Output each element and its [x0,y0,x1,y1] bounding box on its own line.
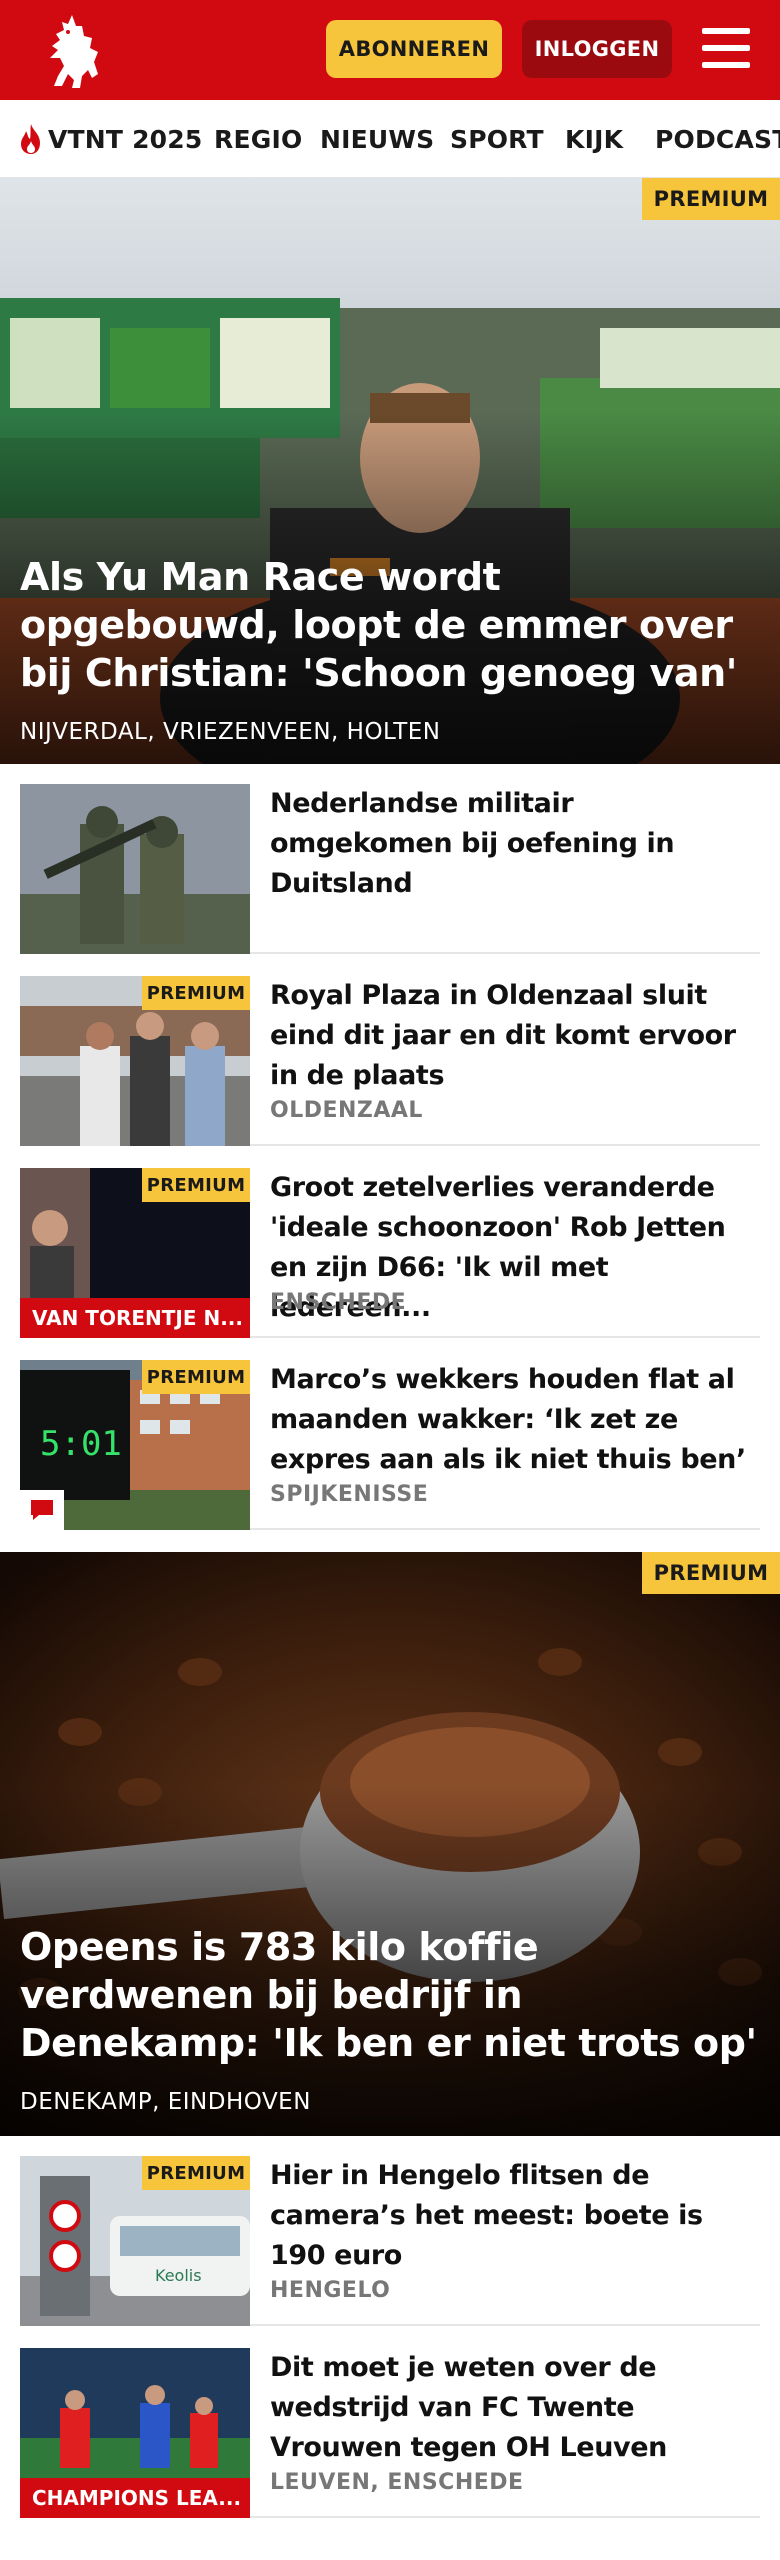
premium-badge: PREMIUM [642,1552,780,1594]
article-location: ENSCHEDE [270,1290,407,1315]
premium-badge: PREMIUM [142,1168,250,1202]
top-header: ABONNEREN INLOGGEN [0,0,780,100]
article-thumbnail: PREMIUM VAN TORENTJE N... [20,1168,250,1338]
flame-icon [21,124,40,154]
hero-title: Als Yu Man Race wordt opgebouwd, loopt d… [20,555,738,695]
list-item[interactable]: CHAMPIONS LEA... Dit moet je weten over … [20,2328,760,2518]
article-thumbnail: PREMIUM [20,976,250,1146]
article-title: Marco’s wekkers houden flat al maanden w… [270,1364,746,1475]
article-thumbnail: 5:01 PREMIUM [20,1360,250,1530]
article-location: OLDENZAAL [270,1098,423,1123]
article-title: Royal Plaza in Oldenzaal sluit eind dit … [270,980,736,1091]
bus-brand: Keolis [155,2266,202,2285]
hero-title: Opeens is 783 kilo koffie verdwenen bij … [20,1925,757,2065]
premium-badge: PREMIUM [142,1360,250,1394]
nav-label: VTNT 2025 [48,124,203,154]
nav-item-podcast[interactable]: PODCAST [655,100,780,177]
nav-item-kijk[interactable]: KIJK [565,100,623,177]
article-title: Dit moet je weten over de wedstrijd van … [270,2352,667,2463]
subscribe-button[interactable]: ABONNEREN [326,20,502,78]
list-item[interactable]: PREMIUM VAN TORENTJE N... Groot zetelver… [20,1148,760,1338]
comment-icon [31,1500,53,1520]
hamburger-menu-icon[interactable] [698,24,754,72]
nav-item-nieuws[interactable]: NIEUWS [320,100,434,177]
nav-item-regio[interactable]: REGIO [214,100,302,177]
article-thumbnail [20,784,250,954]
list-item[interactable]: PREMIUM Royal Plaza in Oldenzaal sluit e… [20,956,760,1146]
clock-display: 5:01 [40,1424,122,1464]
horse-logo-icon[interactable] [38,12,106,90]
hero-article-1[interactable]: PREMIUM Als Yu Man Race wordt opgebouwd,… [0,178,780,764]
series-tag: VAN TORENTJE N... [20,1298,250,1338]
hero-location: NIJVERDAL, VRIEZENVEEN, HOLTEN [20,719,441,745]
premium-badge: PREMIUM [642,178,780,220]
list-item[interactable]: 5:01 PREMIUM Marco’s wekkers houden flat… [20,1340,760,1530]
hero-location: DENEKAMP, EINDHOVEN [20,2089,311,2115]
comment-badge[interactable] [20,1490,64,1530]
article-title: Nederlandse militair omgekomen bij oefen… [270,788,675,899]
article-title: Hier in Hengelo flitsen de camera’s het … [270,2160,703,2271]
hero-article-2[interactable]: PREMIUM Opeens is 783 kilo koffie verdwe… [0,1552,780,2136]
login-button[interactable]: INLOGGEN [522,20,672,78]
article-location: LEUVEN, ENSCHEDE [270,2470,524,2495]
premium-badge: PREMIUM [142,2156,250,2190]
section-nav: VTNT 2025 REGIO NIEUWS SPORT KIJK PODCAS… [0,100,780,178]
nav-item-sport[interactable]: SPORT [450,100,544,177]
article-thumbnail: Keolis PREMIUM [20,2156,250,2326]
article-location: HENGELO [270,2278,391,2303]
list-item[interactable]: Keolis PREMIUM Hier in Hengelo flitsen d… [20,2136,760,2326]
article-location: SPIJKENISSE [270,1482,429,1507]
premium-badge: PREMIUM [142,976,250,1010]
thumb-soldiers [20,784,250,954]
list-item[interactable]: Nederlandse militair omgekomen bij oefen… [20,764,760,954]
series-tag: CHAMPIONS LEA... [20,2478,250,2518]
nav-item-vtnt[interactable]: VTNT 2025 [16,100,203,177]
article-thumbnail: CHAMPIONS LEA... [20,2348,250,2518]
